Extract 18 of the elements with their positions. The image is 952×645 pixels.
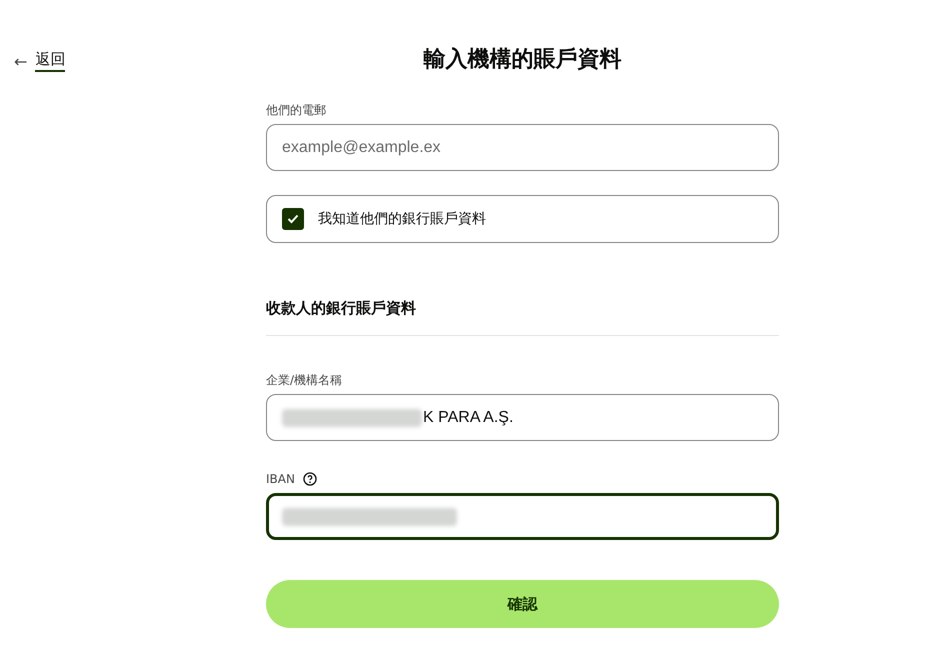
input-field[interactable] bbox=[266, 493, 779, 540]
field-label: 企業/機構名稱 bbox=[266, 372, 342, 388]
confirm-button[interactable]: 確認 bbox=[266, 580, 779, 628]
input-field[interactable]: example@example.ex bbox=[266, 124, 779, 171]
field-label: 他們的電郵 bbox=[266, 102, 326, 118]
field-value: K PARA A.Ş. bbox=[423, 408, 514, 426]
checkbox[interactable] bbox=[282, 208, 304, 230]
help-icon[interactable] bbox=[302, 472, 317, 486]
back-arrow-icon[interactable]: ← bbox=[14, 52, 28, 70]
checkmark-icon bbox=[287, 214, 299, 224]
section-heading: 收款人的銀行賬戶資料 bbox=[266, 299, 417, 319]
input-field[interactable]: K PARA A.Ş. bbox=[266, 394, 779, 441]
checkbox-label: 我知道他們的銀行賬戶資料 bbox=[318, 210, 486, 228]
placeholder-text: example@example.ex bbox=[282, 138, 441, 156]
checkbox-row[interactable]: 我知道他們的銀行賬戶資料 bbox=[266, 195, 779, 243]
field-label: IBAN bbox=[266, 472, 295, 486]
back-link[interactable]: 返回 bbox=[35, 50, 66, 72]
page-title: 輸入機構的賬戶資料 bbox=[422, 46, 622, 74]
